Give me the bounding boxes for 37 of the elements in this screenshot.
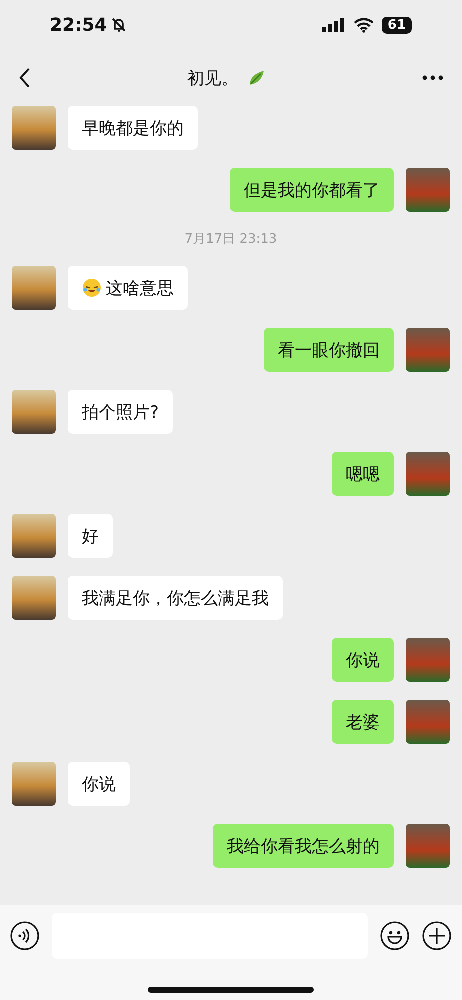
message-bubble: 嗯嗯 — [332, 452, 394, 496]
message-bubble: 拍个照片? — [68, 390, 174, 434]
avatar-photo — [406, 168, 450, 212]
signal-icon — [322, 18, 346, 32]
message-bubble: 看一眼你撤回 — [264, 328, 394, 372]
message-bubble: 好 — [68, 514, 113, 558]
status-time: 22:54 — [50, 14, 108, 36]
message-bubble: 你说 — [332, 638, 394, 682]
muted-bell-icon — [111, 17, 128, 33]
timestamp: 7月17日 23:13 — [184, 231, 278, 248]
message-bubble: 这啥意思 — [68, 266, 188, 310]
message-bubble: 老婆 — [332, 700, 394, 744]
avatar-photo — [406, 700, 450, 744]
avatar-photo — [12, 390, 56, 434]
message-bubble: 我满足你，你怎么满足我 — [68, 576, 283, 620]
message-bubble: 早晚都是你的 — [68, 106, 198, 150]
avatar-photo — [12, 576, 56, 620]
avatar-photo — [406, 824, 450, 868]
more-icon[interactable] — [422, 75, 444, 81]
battery-level: 61 — [382, 16, 412, 34]
smiley-icon[interactable] — [380, 921, 410, 951]
avatar-photo — [406, 328, 450, 372]
avatar-photo — [12, 762, 56, 806]
laughing-face-icon — [82, 278, 102, 298]
message-bubble: 你说 — [68, 762, 130, 806]
avatar-photo — [406, 638, 450, 682]
wifi-icon — [354, 18, 374, 32]
avatar-photo — [406, 452, 450, 496]
plus-icon[interactable] — [422, 921, 452, 951]
avatar-photo — [12, 106, 56, 150]
chat-title: 初见。 — [188, 68, 238, 90]
avatar-photo — [12, 266, 56, 310]
message-bubble: 但是我的你都看了 — [230, 168, 394, 212]
voice-icon[interactable] — [10, 921, 40, 951]
message-bubble: 我给你看我怎么射的 — [213, 824, 394, 868]
back-icon[interactable] — [18, 67, 32, 89]
avatar-photo — [12, 514, 56, 558]
